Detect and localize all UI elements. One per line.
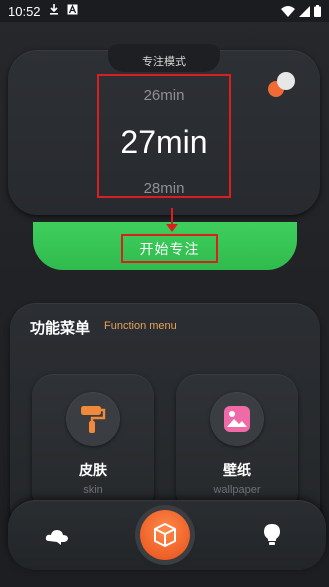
white-dot-icon <box>277 72 295 90</box>
skin-label: 皮肤 <box>79 463 107 479</box>
theme-toggle[interactable] <box>268 72 298 100</box>
wallpaper-label: 壁纸 <box>223 463 251 479</box>
a-badge-icon <box>67 4 78 18</box>
time-option-next[interactable]: 28min <box>99 180 229 197</box>
annotation-arrow-icon <box>166 224 178 232</box>
wallpaper-sublabel: wallpaper <box>213 484 261 496</box>
time-option-selected[interactable]: 27min <box>99 124 229 161</box>
skin-card[interactable]: 皮肤 skin <box>32 374 154 514</box>
status-bar: 10:52 <box>0 0 329 22</box>
image-icon <box>210 392 264 446</box>
menu-title: 功能菜单 <box>30 319 91 337</box>
lightbulb-icon[interactable] <box>262 522 282 548</box>
time-picker[interactable]: 26min 27min 28min <box>97 74 231 198</box>
focus-mode-tab[interactable]: 专注模式 <box>108 50 220 72</box>
wallpaper-card[interactable]: 壁纸 wallpaper <box>176 374 298 514</box>
skin-sublabel: skin <box>83 484 103 496</box>
start-focus-button[interactable]: 开始专注 <box>121 234 218 263</box>
cloud-icon[interactable] <box>44 526 70 546</box>
time-option-prev[interactable]: 26min <box>99 87 229 104</box>
status-time: 10:52 <box>8 3 41 19</box>
download-icon <box>49 4 59 18</box>
signal-icon <box>299 5 310 17</box>
wifi-icon <box>281 5 295 17</box>
paint-roller-icon <box>66 392 120 446</box>
status-right <box>281 5 321 17</box>
app-screen: 10:52 专注模式 26min 27min 28min 开始专注 功能菜单 F… <box>0 0 329 587</box>
menu-subtitle: Function menu <box>104 320 177 332</box>
battery-icon <box>314 5 321 17</box>
cube-icon[interactable] <box>140 510 190 560</box>
